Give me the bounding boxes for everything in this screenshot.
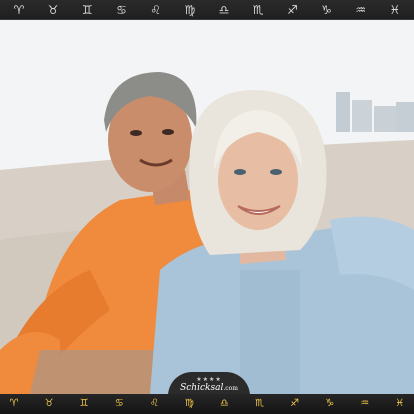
- zodiac-capricorn-icon[interactable]: ♑: [316, 0, 338, 20]
- zodiac-pisces-icon[interactable]: ♓: [384, 0, 406, 20]
- zodiac-libra-icon[interactable]: ♎: [213, 0, 235, 20]
- gemini-badge-icon[interactable]: ♊: [76, 396, 92, 412]
- sagittarius-badge-icon[interactable]: ♐: [287, 396, 303, 412]
- zodiac-cancer-icon[interactable]: ♋: [111, 0, 133, 20]
- taurus-badge-icon[interactable]: ♉: [41, 396, 57, 412]
- zodiac-virgo-icon[interactable]: ♍: [179, 0, 201, 20]
- logo-brand: Schicksal: [180, 383, 224, 393]
- zodiac-sagittarius-icon[interactable]: ♐: [281, 0, 303, 20]
- zodiac-scorpio-icon[interactable]: ♏: [247, 0, 269, 20]
- zodiac-aquarius-icon[interactable]: ♒: [350, 0, 372, 20]
- logo-suffix: .com: [223, 385, 238, 392]
- hero-photo: [0, 20, 414, 394]
- zodiac-gemini-icon[interactable]: ♊: [76, 0, 98, 20]
- zodiac-top-bar: ♈ ♉ ♊ ♋ ♌ ♍ ♎ ♏ ♐ ♑ ♒ ♓: [0, 0, 414, 20]
- capricorn-badge-icon[interactable]: ♑: [322, 396, 338, 412]
- zodiac-leo-icon[interactable]: ♌: [145, 0, 167, 20]
- cancer-badge-icon[interactable]: ♋: [111, 396, 127, 412]
- aquarius-badge-icon[interactable]: ♒: [357, 396, 373, 412]
- virgo-badge-icon[interactable]: ♍: [181, 396, 197, 412]
- schicksal-logo[interactable]: ★★★★ Schicksal.com: [168, 372, 250, 396]
- zodiac-taurus-icon[interactable]: ♉: [42, 0, 64, 20]
- logo-brand-text: Schicksal.com: [180, 383, 238, 394]
- couple-selfie-illustration: [0, 20, 414, 394]
- leo-badge-icon[interactable]: ♌: [146, 396, 162, 412]
- pisces-badge-icon[interactable]: ♓: [392, 396, 408, 412]
- zodiac-bottom-bar: ♈ ♉ ♊ ♋ ♌ ♍ ♎ ♏ ♐ ♑ ♒ ♓: [0, 394, 414, 414]
- zodiac-aries-icon[interactable]: ♈: [8, 0, 30, 20]
- scorpio-badge-icon[interactable]: ♏: [252, 396, 268, 412]
- libra-badge-icon[interactable]: ♎: [216, 396, 232, 412]
- aries-badge-icon[interactable]: ♈: [6, 396, 22, 412]
